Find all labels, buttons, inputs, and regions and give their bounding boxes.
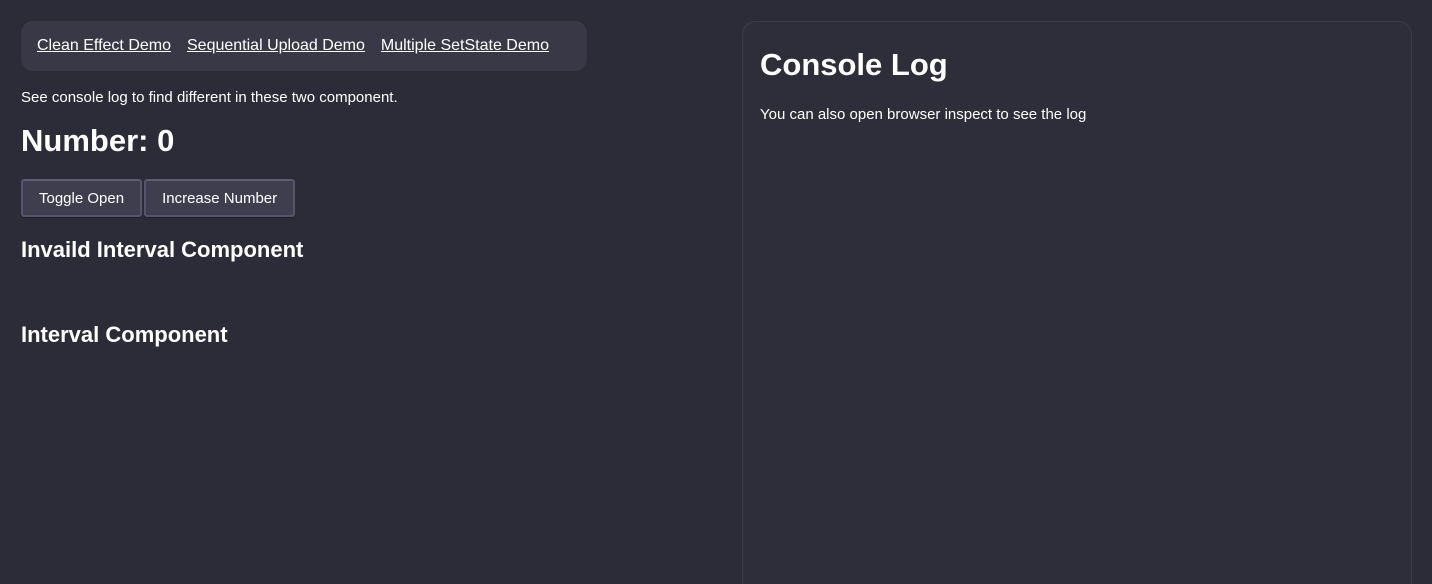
console-log-title: Console Log — [760, 47, 948, 82]
demo-nav: Clean Effect Demo Sequential Upload Demo… — [21, 21, 587, 71]
hint-text: See console log to find different in the… — [21, 89, 398, 106]
interval-component-heading: Interval Component — [21, 322, 228, 347]
nav-link-multiple-setstate-demo[interactable]: Multiple SetState Demo — [381, 37, 549, 55]
increase-number-button[interactable]: Increase Number — [144, 179, 296, 217]
app-root: Clean Effect Demo Sequential Upload Demo… — [0, 0, 1432, 584]
console-log-subtitle: You can also open browser inspect to see… — [760, 106, 1087, 123]
invalid-interval-component-heading: Invaild Interval Component — [21, 237, 304, 262]
console-log-panel: Console Log You can also open browser in… — [742, 21, 1412, 584]
nav-link-clean-effect-demo[interactable]: Clean Effect Demo — [37, 37, 171, 55]
action-buttons: Toggle Open Increase Number — [21, 179, 721, 217]
nav-link-sequential-upload-demo[interactable]: Sequential Upload Demo — [187, 37, 365, 55]
number-display: Number: 0 — [21, 123, 175, 158]
demo-pane: Clean Effect Demo Sequential Upload Demo… — [21, 21, 721, 348]
toggle-open-button[interactable]: Toggle Open — [21, 179, 143, 217]
